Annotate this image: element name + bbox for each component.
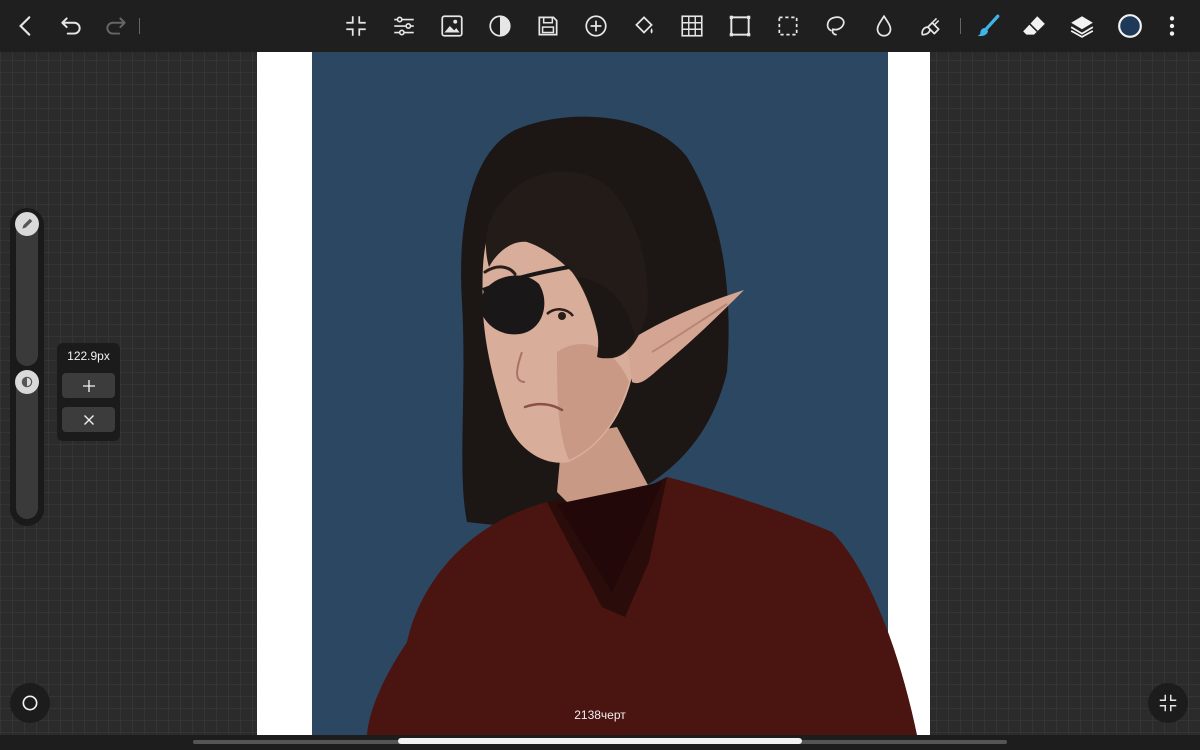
compress-view-button[interactable] [1148, 683, 1188, 723]
brush-size-value: 122.9px [67, 349, 110, 363]
save-button[interactable] [532, 10, 564, 42]
horizontal-scrollbar-thumb[interactable] [398, 738, 802, 744]
size-slider-track[interactable] [16, 216, 38, 366]
opacity-slider-knob[interactable] [15, 370, 39, 394]
paint-bucket-icon [635, 16, 653, 34]
bottom-bar [0, 735, 1200, 750]
canvas-watermark: 2138черт [574, 708, 626, 722]
import-image-button[interactable] [436, 10, 468, 42]
eraser-icon [1023, 16, 1045, 35]
more-button[interactable] [1156, 10, 1188, 42]
brush-slider-panel [10, 208, 44, 526]
dashed-select-icon [778, 16, 798, 36]
circle-icon [22, 695, 38, 711]
remove-size-preset-button[interactable] [62, 407, 115, 432]
color-circle-icon [1118, 14, 1142, 38]
smudge-icon [921, 17, 940, 36]
undo-icon [61, 17, 81, 35]
image-icon [441, 15, 463, 37]
sliders-icon [394, 16, 414, 36]
toolbar-separator [960, 18, 961, 34]
brush-icon [977, 14, 1000, 37]
undo-button[interactable] [55, 10, 87, 42]
add-button[interactable] [580, 10, 612, 42]
lasso-icon [826, 16, 845, 36]
transform-icon [729, 15, 751, 37]
blend-button[interactable] [868, 10, 900, 42]
transform-button[interactable] [724, 10, 756, 42]
brush-button[interactable] [972, 10, 1004, 42]
add-size-preset-button[interactable] [62, 373, 115, 398]
opacity-icon [21, 376, 33, 388]
fill-button[interactable] [628, 10, 660, 42]
layers-icon [1070, 16, 1094, 38]
redo-icon [106, 17, 126, 35]
selection-button[interactable] [772, 10, 804, 42]
layers-button[interactable] [1066, 10, 1098, 42]
collapse-icon [346, 16, 366, 36]
toolbar-separator [139, 18, 140, 34]
compress-icon [1159, 694, 1177, 712]
pencil-icon [22, 218, 33, 229]
adjustments-button[interactable] [388, 10, 420, 42]
grid-icon [681, 15, 703, 37]
contrast-button[interactable] [484, 10, 516, 42]
lasso-button[interactable] [820, 10, 852, 42]
smudge-button[interactable] [914, 10, 946, 42]
grid-button[interactable] [676, 10, 708, 42]
redo-button[interactable] [100, 10, 132, 42]
size-slider-knob[interactable] [15, 212, 39, 236]
save-icon [538, 16, 558, 36]
brush-size-popup: 122.9px [57, 343, 120, 441]
plus-icon [82, 379, 95, 392]
fit-screen-button[interactable] [340, 10, 372, 42]
chevron-left-icon [19, 16, 31, 36]
canvas-paper[interactable] [257, 52, 930, 735]
top-toolbar [0, 0, 1200, 52]
artwork-illustration [367, 116, 917, 735]
contrast-icon [489, 15, 511, 37]
close-icon [83, 414, 94, 425]
color-button[interactable] [1114, 10, 1146, 42]
droplet-icon [876, 14, 892, 37]
quick-menu-button[interactable] [10, 683, 50, 723]
plus-circle-icon [585, 15, 607, 37]
eraser-button[interactable] [1018, 10, 1050, 42]
more-vertical-icon [1169, 16, 1175, 36]
back-button[interactable] [10, 10, 42, 42]
